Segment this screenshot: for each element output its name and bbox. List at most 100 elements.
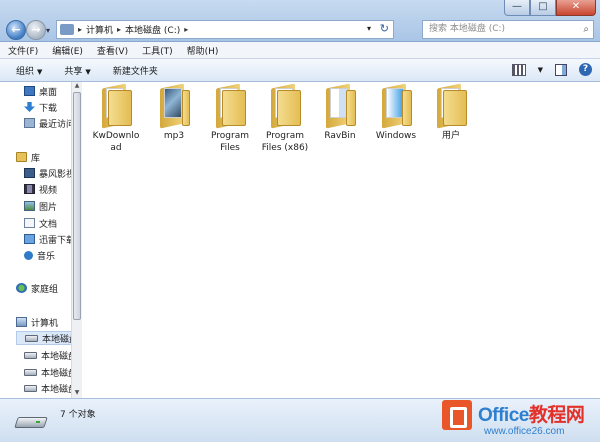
nav-item-baofeng[interactable]: 暴风影视 bbox=[24, 166, 75, 180]
close-button[interactable]: ✕ bbox=[556, 0, 596, 16]
menu-tools[interactable]: 工具(T) bbox=[142, 44, 173, 57]
nav-item-downloads[interactable]: 下载 bbox=[24, 100, 57, 114]
download-library-icon bbox=[24, 234, 35, 244]
nav-label: 最近访问 bbox=[39, 119, 76, 130]
nav-label: 视频 bbox=[39, 185, 58, 196]
chevron-right-icon[interactable]: ▸ bbox=[184, 25, 188, 34]
view-controls: ▼ ? bbox=[511, 63, 592, 76]
computer-icon bbox=[16, 317, 27, 327]
organize-button[interactable]: 组织 ▼ bbox=[16, 64, 42, 77]
nav-item-homegroup[interactable]: 家庭组 bbox=[16, 281, 58, 295]
nav-item-libraries[interactable]: 库 bbox=[16, 150, 40, 164]
minimize-button[interactable]: — bbox=[504, 0, 530, 16]
nav-item-local-disk[interactable]: 本地磁盘 bbox=[24, 348, 77, 362]
nav-label: 音乐 bbox=[37, 251, 56, 262]
organize-label: 组织 bbox=[16, 66, 35, 77]
folder-label: 用户 bbox=[441, 131, 460, 141]
change-view-icon[interactable] bbox=[511, 63, 526, 76]
nav-scrollbar[interactable]: ▲ ▼ bbox=[71, 82, 82, 398]
search-placeholder: 搜索 本地磁盘 (C:) bbox=[429, 24, 506, 34]
office-logo-icon bbox=[442, 400, 472, 430]
homegroup-icon bbox=[16, 283, 27, 293]
nav-label: 库 bbox=[31, 153, 41, 164]
media-library-icon bbox=[24, 168, 35, 178]
nav-item-recent[interactable]: 最近访问 bbox=[24, 116, 75, 130]
chevron-right-icon[interactable]: ▸ bbox=[117, 25, 121, 34]
nav-label: 计算机 bbox=[31, 318, 59, 329]
folder-item[interactable]: mp3 bbox=[146, 83, 202, 142]
folder-label-line2: Files (x86) bbox=[261, 143, 309, 153]
title-bar: — □ ✕ ← → ▾ ▸ 计算机 ▸ 本地磁盘 (C:) ▸ ▾ ↻ 搜索 本… bbox=[0, 0, 600, 42]
chevron-down-icon: ▼ bbox=[37, 67, 43, 76]
folder-mp3-icon bbox=[156, 83, 192, 129]
folder-label-line2: ad bbox=[110, 143, 122, 153]
view-dropdown-icon[interactable]: ▼ bbox=[538, 66, 543, 74]
menu-help[interactable]: 帮助(H) bbox=[187, 44, 219, 57]
navigation-pane: 桌面 下载 最近访问 库 暴风影视 视频 图片 文档 迅雷下载 音乐 家庭组 计… bbox=[0, 82, 82, 398]
nav-item-desktop[interactable]: 桌面 bbox=[24, 84, 57, 98]
folder-users-icon bbox=[433, 83, 469, 129]
menu-bar: 文件(F) 编辑(E) 查看(V) 工具(T) 帮助(H) bbox=[0, 42, 600, 59]
nav-item-videos[interactable]: 视频 bbox=[24, 182, 57, 196]
folder-windows-icon bbox=[378, 83, 414, 129]
scroll-thumb[interactable] bbox=[73, 92, 81, 320]
forward-arrow-icon: → bbox=[31, 23, 41, 36]
folder-icon bbox=[267, 83, 303, 129]
command-bar: 组织 ▼ 共享 ▼ 新建文件夹 ▼ ? bbox=[0, 59, 600, 82]
watermark-brand: Office教程网 bbox=[478, 405, 585, 426]
window-controls: — □ ✕ bbox=[504, 0, 596, 16]
search-input[interactable]: 搜索 本地磁盘 (C:) ⌕ bbox=[422, 20, 594, 39]
folder-item[interactable]: RavBin bbox=[312, 83, 368, 142]
back-button[interactable]: ← bbox=[6, 20, 26, 40]
nav-item-local-disk[interactable]: 本地磁盘 bbox=[24, 365, 77, 379]
nav-item-computer[interactable]: 计算机 bbox=[16, 315, 58, 329]
refresh-icon[interactable]: ↻ bbox=[380, 22, 389, 35]
recent-pages-dropdown[interactable]: ▾ bbox=[46, 26, 50, 35]
back-arrow-icon: ← bbox=[11, 23, 21, 36]
forward-button[interactable]: → bbox=[26, 20, 46, 40]
scroll-down-icon[interactable]: ▼ bbox=[72, 389, 82, 398]
nav-label: 下载 bbox=[39, 103, 58, 114]
hard-disk-icon bbox=[25, 334, 38, 342]
new-folder-button[interactable]: 新建文件夹 bbox=[113, 64, 158, 77]
menu-file[interactable]: 文件(F) bbox=[8, 44, 38, 57]
video-icon bbox=[24, 184, 35, 194]
desktop-icon bbox=[24, 86, 35, 96]
share-label: 共享 bbox=[64, 66, 83, 77]
folder-label-line1: KwDownlo bbox=[92, 131, 140, 141]
computer-icon bbox=[60, 24, 74, 35]
nav-item-local-disk[interactable]: 本地磁盘 bbox=[24, 381, 77, 395]
folder-item[interactable]: Program Files (x86) bbox=[257, 83, 313, 154]
nav-item-documents[interactable]: 文档 bbox=[24, 216, 57, 230]
address-dropdown-icon[interactable]: ▾ bbox=[367, 24, 371, 33]
nav-label: 图片 bbox=[39, 202, 58, 213]
folder-label: RavBin bbox=[324, 131, 356, 141]
nav-label: 暴风影视 bbox=[39, 169, 76, 180]
music-icon bbox=[24, 250, 33, 260]
preview-pane-icon[interactable] bbox=[555, 63, 567, 76]
menu-view[interactable]: 查看(V) bbox=[97, 44, 128, 57]
address-bar[interactable]: ▸ 计算机 ▸ 本地磁盘 (C:) ▸ ▾ ↻ bbox=[56, 20, 394, 39]
nav-label: 家庭组 bbox=[31, 284, 59, 295]
chevron-right-icon[interactable]: ▸ bbox=[78, 25, 82, 34]
nav-item-pictures[interactable]: 图片 bbox=[24, 199, 57, 213]
folder-icon bbox=[98, 83, 134, 129]
folder-item[interactable]: Windows bbox=[368, 83, 424, 142]
breadcrumb-local-disk[interactable]: 本地磁盘 (C:) bbox=[125, 23, 180, 36]
help-icon[interactable]: ? bbox=[579, 63, 592, 76]
folder-item[interactable]: 用户 bbox=[423, 83, 479, 142]
nav-item-music[interactable]: 音乐 bbox=[24, 248, 55, 262]
breadcrumb-computer[interactable]: 计算机 bbox=[86, 23, 113, 36]
folder-item[interactable]: KwDownlo ad bbox=[88, 83, 144, 154]
file-list: KwDownlo ad mp3 Program Files Program Fi… bbox=[82, 82, 600, 398]
scroll-up-icon[interactable]: ▲ bbox=[72, 82, 82, 91]
nav-item-thunder-downloads[interactable]: 迅雷下载 bbox=[24, 232, 75, 246]
chevron-down-icon: ▼ bbox=[85, 67, 91, 76]
search-icon[interactable]: ⌕ bbox=[583, 21, 589, 38]
folder-item[interactable]: Program Files bbox=[202, 83, 258, 154]
share-button[interactable]: 共享 ▼ bbox=[64, 64, 90, 77]
maximize-button[interactable]: □ bbox=[530, 0, 556, 16]
hard-disk-icon bbox=[24, 368, 37, 376]
library-icon bbox=[16, 152, 27, 162]
menu-edit[interactable]: 编辑(E) bbox=[52, 44, 83, 57]
